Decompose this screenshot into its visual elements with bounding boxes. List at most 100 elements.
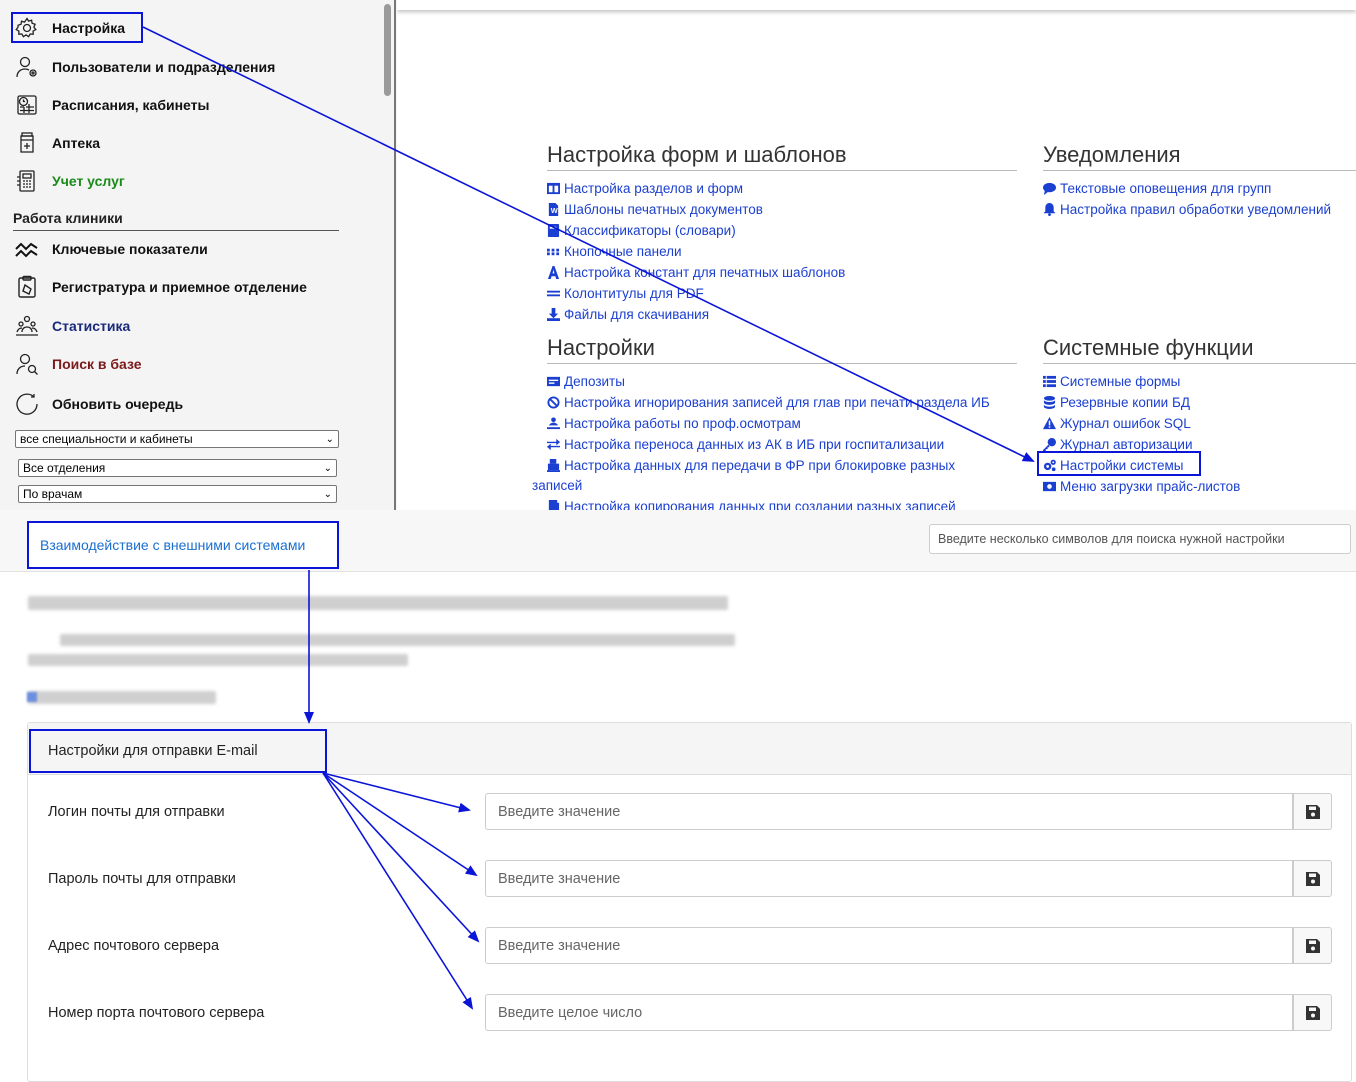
email-login-label: Логин почты для отправки <box>48 804 225 820</box>
link-button-panels[interactable]: Кнопочные панели <box>546 244 682 259</box>
section-title-system: Системные функции <box>1043 335 1356 364</box>
link-sections-forms[interactable]: Настройка разделов и форм <box>546 181 743 196</box>
link-group-notifications[interactable]: Текстовые оповещения для групп <box>1042 181 1271 196</box>
blurred-setting-link <box>28 691 216 704</box>
user-search-icon <box>14 351 40 377</box>
person-check-icon <box>546 417 560 430</box>
blurred-icon <box>27 692 37 702</box>
trend-chart-icon <box>14 236 40 262</box>
ban-icon <box>546 396 560 409</box>
section-title-forms: Настройка форм и шаблонов <box>547 142 1017 171</box>
sidebar-item-kpi[interactable]: Ключевые показатели <box>14 233 208 265</box>
sidebar-item-search-db[interactable]: Поиск в базе <box>14 348 142 380</box>
list-icon <box>1042 375 1056 388</box>
link-prof-exams[interactable]: Настройка работы по проф.осмотрам <box>546 416 801 431</box>
grid-dots-icon <box>546 245 560 258</box>
sidebar-section-title: Работа клиники <box>13 210 339 231</box>
panel-title: Настройки для отправки E-mail <box>29 729 327 773</box>
link-ignore-records[interactable]: Настройка игнорирования записей для глав… <box>546 395 990 410</box>
warning-icon <box>1042 417 1056 430</box>
save-mail-port-button[interactable] <box>1293 994 1332 1031</box>
annotation-highlight-settings <box>11 12 143 43</box>
link-copy-data[interactable]: Настройка копирования данных при создани… <box>546 499 956 510</box>
settings-menu: Настройка форм и шаблонов Настройка разд… <box>397 0 1356 510</box>
sidebar-item-schedule[interactable]: Расписания, кабинеты <box>14 89 209 121</box>
tab-external-systems[interactable]: Взаимодействие с внешними системами <box>27 521 339 569</box>
department-filter-select[interactable]: Все отделения ⌄ <box>18 459 337 477</box>
mail-server-label: Адрес почтового сервера <box>48 938 220 954</box>
link-classifiers[interactable]: Классификаторы (словари) <box>546 223 736 238</box>
save-email-password-button[interactable] <box>1293 860 1332 897</box>
bell-icon <box>1042 203 1056 216</box>
link-print-templates[interactable]: W Шаблоны печатных документов <box>546 202 763 217</box>
email-password-input[interactable] <box>485 860 1293 897</box>
settings-tab-bar: Взаимодействие с внешними системами <box>0 510 1356 572</box>
mail-port-input[interactable] <box>485 994 1293 1031</box>
sidebar-item-label: Расписания, кабинеты <box>52 97 210 113</box>
doctor-filter-select[interactable]: По врачам ⌄ <box>18 485 337 503</box>
link-auth-log[interactable]: Журнал авторизации <box>1042 437 1193 452</box>
refresh-queue-button[interactable]: Обновить очередь <box>14 388 183 420</box>
link-data-transfer[interactable]: Настройка переноса данных из АК в ИБ при… <box>546 437 944 452</box>
save-email-login-button[interactable] <box>1293 793 1332 830</box>
link-fr-block-continued[interactable]: записей <box>532 478 582 493</box>
key-icon <box>1042 438 1056 451</box>
database-icon <box>1042 396 1056 409</box>
money-bill-icon <box>1042 480 1056 493</box>
mail-port-label: Номер порта почтового сервера <box>48 1005 265 1021</box>
sidebar-item-label: Аптека <box>52 135 101 151</box>
link-notification-rules[interactable]: Настройка правил обработки уведомлений <box>1042 202 1331 217</box>
floppy-disk-icon <box>1305 938 1320 953</box>
link-db-backups[interactable]: Резервные копии БД <box>1042 395 1190 410</box>
word-file-icon: W <box>546 203 560 216</box>
sidebar: Настройка Пользователи и подразделения Р… <box>0 0 383 510</box>
sidebar-item-users[interactable]: Пользователи и подразделения <box>14 51 275 83</box>
equals-icon <box>546 287 560 300</box>
bank-icon <box>546 459 560 472</box>
calendar-clock-icon <box>14 92 40 118</box>
columns-icon <box>546 182 560 195</box>
top-header-bar <box>397 0 1356 10</box>
annotation-highlight-system-settings <box>1037 451 1201 476</box>
email-login-input[interactable] <box>485 793 1293 830</box>
user-gear-icon <box>14 54 40 80</box>
link-sql-log[interactable]: Журнал ошибок SQL <box>1042 416 1191 431</box>
copy-icon <box>546 500 560 510</box>
pharmacy-jar-icon <box>14 130 40 156</box>
sidebar-item-statistics[interactable]: Статистика <box>14 310 130 342</box>
specialty-filter-select[interactable]: все специальности и кабинеты ⌄ <box>15 430 339 448</box>
link-deposits[interactable]: Депозиты <box>546 374 625 389</box>
scrollbar-thumb[interactable] <box>384 4 391 96</box>
sidebar-item-label: Учет услуг <box>52 173 125 189</box>
chevron-down-icon: ⌄ <box>325 433 334 445</box>
link-downloads[interactable]: Файлы для скачивания <box>546 307 709 322</box>
floppy-disk-icon <box>1305 871 1320 886</box>
link-pdf-headers[interactable]: Колонтитулы для PDF <box>546 286 704 301</box>
settings-search-input[interactable] <box>929 524 1351 554</box>
sidebar-item-pharmacy[interactable]: Аптека <box>14 127 100 159</box>
sidebar-item-label: Регистратура и приемное отделение <box>52 279 307 295</box>
comment-icon <box>1042 182 1056 195</box>
save-mail-server-button[interactable] <box>1293 927 1332 964</box>
sidebar-scrollbar[interactable] <box>383 0 397 510</box>
sidebar-item-label: Статистика <box>52 318 131 334</box>
blurred-setting-description <box>60 634 735 646</box>
sidebar-item-label: Ключевые показатели <box>52 241 208 257</box>
floppy-disk-icon <box>1305 1005 1320 1020</box>
sidebar-item-services[interactable]: Учет услуг <box>14 165 125 197</box>
sidebar-item-label: Обновить очередь <box>52 396 184 412</box>
calculator-icon <box>14 168 40 194</box>
link-print-constants[interactable]: Настройка констант для печатных шаблонов <box>546 265 845 280</box>
sidebar-item-label: Поиск в базе <box>52 356 142 372</box>
email-settings-panel: Настройки для отправки E-mail Логин почт… <box>27 722 1352 1082</box>
chevron-down-icon: ⌄ <box>323 462 332 474</box>
sidebar-item-registry[interactable]: Регистратура и приемное отделение <box>14 271 307 303</box>
section-title-settings: Настройки <box>547 335 1017 364</box>
mail-server-input[interactable] <box>485 927 1293 964</box>
letter-a-icon <box>546 266 560 279</box>
link-system-forms[interactable]: Системные формы <box>1042 374 1180 389</box>
sidebar-divider <box>394 0 396 510</box>
link-price-lists[interactable]: Меню загрузки прайс-листов <box>1042 479 1240 494</box>
link-fr-block[interactable]: Настройка данных для передачи в ФР при б… <box>546 458 955 473</box>
chevron-down-icon: ⌄ <box>323 488 332 500</box>
